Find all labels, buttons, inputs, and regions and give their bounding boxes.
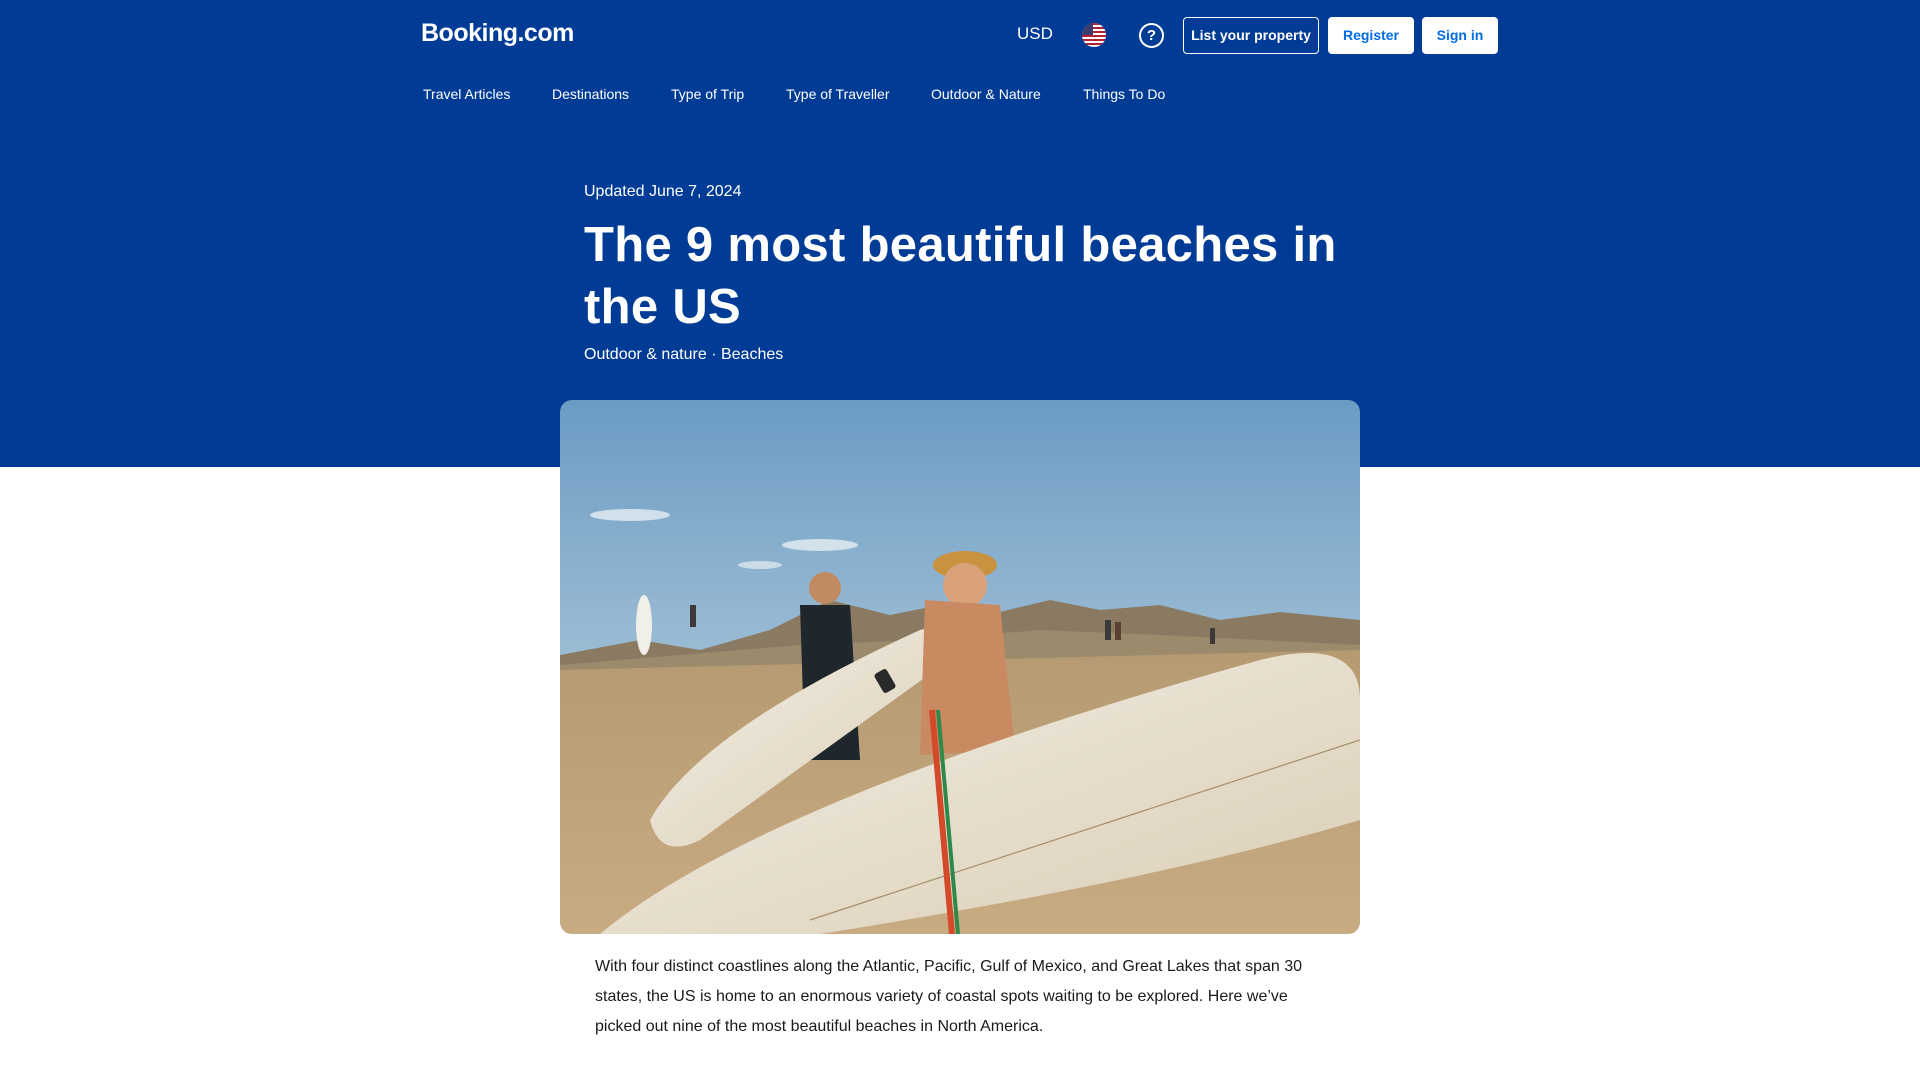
tag-separator: · [706,346,721,363]
article-tags: Outdoor & nature · Beaches [584,346,783,364]
register-button[interactable]: Register [1328,17,1414,54]
us-flag-icon[interactable] [1082,23,1106,47]
page-title: The 9 most beautiful beaches in the US [584,218,1337,334]
nav-item-outdoor-nature[interactable]: Outdoor & Nature [931,86,1041,102]
sign-in-button[interactable]: Sign in [1422,17,1498,54]
question-circle-icon[interactable]: ? [1139,23,1164,48]
tag-beaches[interactable]: Beaches [721,346,783,363]
nav-item-things-to-do[interactable]: Things To Do [1083,86,1165,102]
currency-selector[interactable]: USD [1017,24,1053,44]
tag-outdoor-nature[interactable]: Outdoor & nature [584,346,707,363]
list-property-button[interactable]: List your property [1183,17,1319,54]
nav-item-travel-articles[interactable]: Travel Articles [423,86,510,102]
article-intro: With four distinct coastlines along the … [595,958,1303,1035]
site-header: Booking.com USD ? List your property Reg… [0,0,1920,70]
updated-date: Updated June 7, 2024 [584,183,742,200]
nav-item-type-of-traveller[interactable]: Type of Traveller [786,86,890,102]
nav-item-type-of-trip[interactable]: Type of Trip [671,86,744,102]
nav-item-destinations[interactable]: Destinations [552,86,629,102]
hero-image [560,400,1360,934]
booking-logo[interactable]: Booking.com [421,19,574,48]
